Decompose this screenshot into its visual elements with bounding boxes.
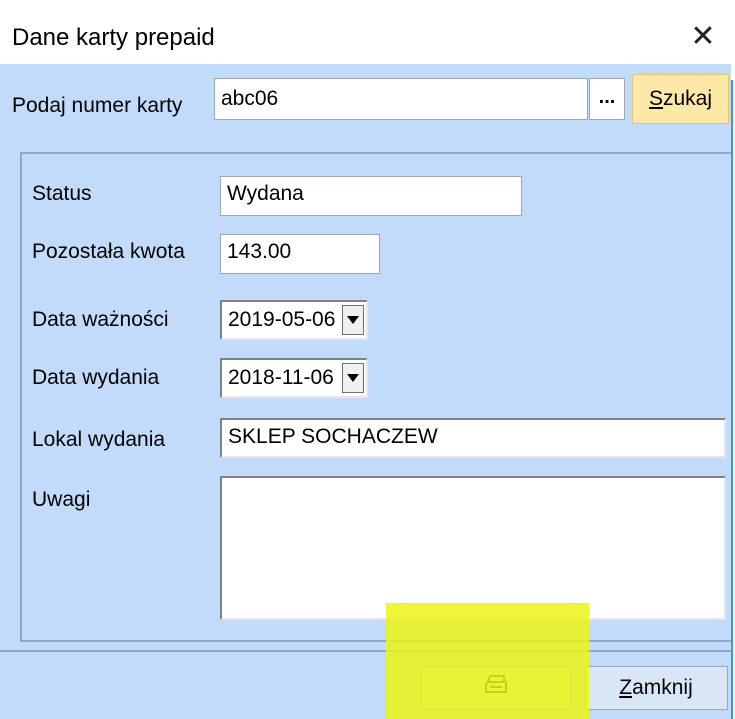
issue-place-field[interactable]: SKLEP SOCHACZEW bbox=[220, 418, 726, 458]
close-button-label: amknij bbox=[632, 676, 693, 699]
close-button[interactable]: Zamknij bbox=[584, 666, 728, 710]
window-title: Dane karty prepaid bbox=[12, 24, 215, 51]
remaining-amount-label: Pozostała kwota bbox=[32, 240, 185, 263]
printer-icon bbox=[483, 674, 509, 702]
print-button[interactable] bbox=[421, 666, 571, 710]
close-icon[interactable]: ✕ bbox=[673, 8, 733, 64]
footer-separator bbox=[0, 650, 731, 652]
chevron-down-icon[interactable] bbox=[342, 363, 364, 393]
expiry-date-label: Data ważności bbox=[32, 308, 169, 331]
search-button[interactable]: Szukaj bbox=[632, 74, 729, 124]
expiry-date-picker[interactable]: 2019-05-06 bbox=[220, 300, 368, 340]
issue-date-label: Data wydania bbox=[32, 366, 160, 389]
card-number-label: Podaj numer karty bbox=[12, 94, 183, 117]
chevron-down-icon[interactable] bbox=[342, 305, 364, 335]
issue-date-picker[interactable]: 2018-11-06 bbox=[220, 358, 368, 398]
search-button-label: zukaj bbox=[662, 87, 713, 110]
issue-date-value: 2018-11-06 bbox=[228, 366, 334, 389]
notes-label: Uwagi bbox=[32, 488, 91, 511]
search-button-accel: S bbox=[648, 87, 663, 110]
dialog-body: Podaj numer karty ... Szukaj Status Wyda… bbox=[0, 64, 731, 719]
notes-textarea[interactable] bbox=[220, 476, 726, 620]
prepaid-card-dialog: Dane karty prepaid ✕ Podaj numer karty .… bbox=[0, 0, 733, 719]
expiry-date-value: 2019-05-06 bbox=[228, 308, 336, 331]
issue-place-label: Lokal wydania bbox=[32, 428, 166, 451]
status-field[interactable]: Wydana bbox=[220, 176, 522, 216]
close-button-accel: Z bbox=[619, 676, 633, 699]
status-label: Status bbox=[32, 182, 92, 205]
remaining-amount-field[interactable]: 143.00 bbox=[220, 234, 380, 274]
card-number-input[interactable] bbox=[214, 78, 588, 120]
browse-button[interactable]: ... bbox=[589, 78, 625, 120]
